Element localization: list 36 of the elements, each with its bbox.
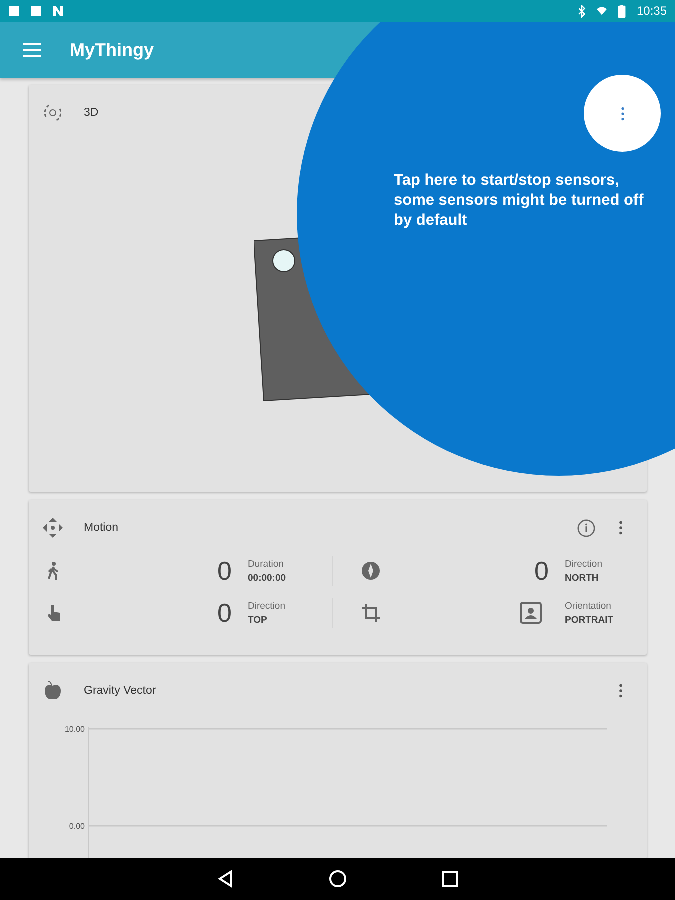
- card-title: 3D: [84, 107, 99, 119]
- compass-icon: [361, 561, 381, 581]
- count-value: 0: [534, 556, 549, 586]
- tick-label: 0.00: [69, 822, 85, 831]
- clock-time: 10:35: [636, 4, 667, 18]
- card-title: Gravity Vector: [84, 685, 156, 697]
- sensor-label: Direction: [248, 600, 286, 612]
- bluetooth-icon: [576, 4, 587, 18]
- tick-label: 10.00: [64, 725, 85, 734]
- wifi-icon: [596, 4, 607, 18]
- sensor-reading: TOP: [248, 614, 268, 626]
- tutorial-text: Tap here to start/stop sensors, some sensors might be turned off by default: [394, 171, 644, 231]
- sensor-label: Duration: [248, 558, 285, 570]
- menu-icon[interactable]: [23, 43, 41, 57]
- battery-icon: [616, 4, 627, 18]
- notification-icon: [30, 5, 42, 17]
- sensor-reading: NORTH: [565, 572, 600, 584]
- sensor-label: Orientation: [565, 600, 612, 612]
- notification-icon: [8, 5, 20, 17]
- sensor-reading: PORTRAIT: [565, 614, 615, 626]
- more-options-icon[interactable]: [619, 684, 623, 698]
- home-icon[interactable]: [328, 869, 348, 889]
- card-title: Motion: [84, 522, 119, 534]
- info-icon[interactable]: [577, 518, 596, 538]
- crop-icon: [361, 603, 381, 623]
- move-arrows-icon: [41, 516, 65, 540]
- sensor-label: Direction: [565, 558, 604, 570]
- portrait-icon: [519, 601, 543, 625]
- count-value: 0: [218, 598, 232, 628]
- more-options-icon[interactable]: [619, 521, 623, 535]
- notification-icon: [52, 5, 64, 17]
- recents-icon[interactable]: [440, 869, 460, 889]
- sensor-reading: 00:00:00: [248, 572, 288, 584]
- app-title: MyThingy: [70, 40, 154, 60]
- more-options-icon: [620, 106, 624, 120]
- count-value: 0: [218, 556, 232, 586]
